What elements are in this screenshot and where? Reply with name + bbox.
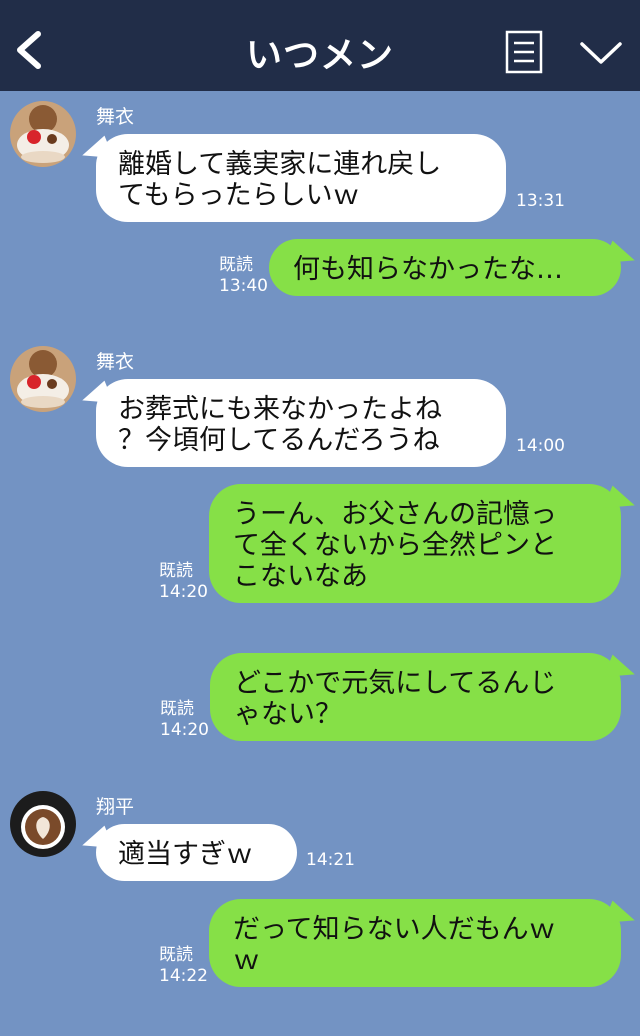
message-time: 14:21	[306, 850, 355, 870]
message-time: 13:31	[516, 191, 565, 211]
notes-menu-icon	[505, 30, 543, 74]
message-bubble-incoming[interactable]: 適当すぎｗ	[96, 824, 297, 881]
avatar[interactable]	[10, 101, 76, 167]
chat-title: いつメン	[245, 35, 394, 76]
message-bubble-outgoing[interactable]: うーん、お父さんの記憶っ て全くないから全然ピンと こないなあ	[209, 484, 621, 603]
message-time: 14:00	[516, 436, 565, 456]
message-time: 14:22	[159, 966, 208, 986]
expand-button[interactable]	[578, 38, 624, 68]
menu-button[interactable]	[505, 30, 543, 74]
message-bubble-incoming[interactable]: 離婚して義実家に連れ戻し てもらったらしいｗ	[96, 134, 506, 222]
read-label: 既読	[159, 561, 193, 581]
message-bubble-outgoing[interactable]: どこかで元気にしてるんじ ゃない？	[210, 653, 621, 741]
read-receipt: 既読 14:20	[160, 699, 209, 741]
read-label: 既読	[219, 255, 253, 275]
sender-name: 舞衣	[96, 106, 135, 128]
read-label: 既読	[159, 945, 193, 965]
avatar[interactable]	[10, 791, 76, 857]
sender-name: 翔平	[96, 796, 135, 818]
read-label: 既読	[160, 699, 194, 719]
message-time: 14:20	[159, 582, 208, 602]
avatar[interactable]	[10, 346, 76, 412]
message-bubble-outgoing[interactable]: 何も知らなかったな…	[269, 239, 621, 296]
latte-avatar-icon	[10, 791, 76, 857]
chevron-down-icon	[580, 42, 622, 64]
read-receipt: 既読 14:20	[159, 561, 208, 603]
chat-header: いつメン	[0, 0, 640, 91]
message-bubble-outgoing[interactable]: だって知らない人だもんｗ ｗ	[209, 899, 621, 987]
message-time: 13:40	[219, 276, 268, 296]
message-time: 14:20	[160, 720, 209, 740]
cake-avatar-icon	[10, 346, 76, 412]
message-bubble-incoming[interactable]: お葬式にも来なかったよね ？今頃何してるんだろうね	[96, 379, 506, 467]
read-receipt: 既読 14:22	[159, 945, 208, 987]
read-receipt: 既読 13:40	[219, 255, 268, 297]
sender-name: 舞衣	[96, 351, 135, 373]
cake-avatar-icon	[10, 101, 76, 167]
